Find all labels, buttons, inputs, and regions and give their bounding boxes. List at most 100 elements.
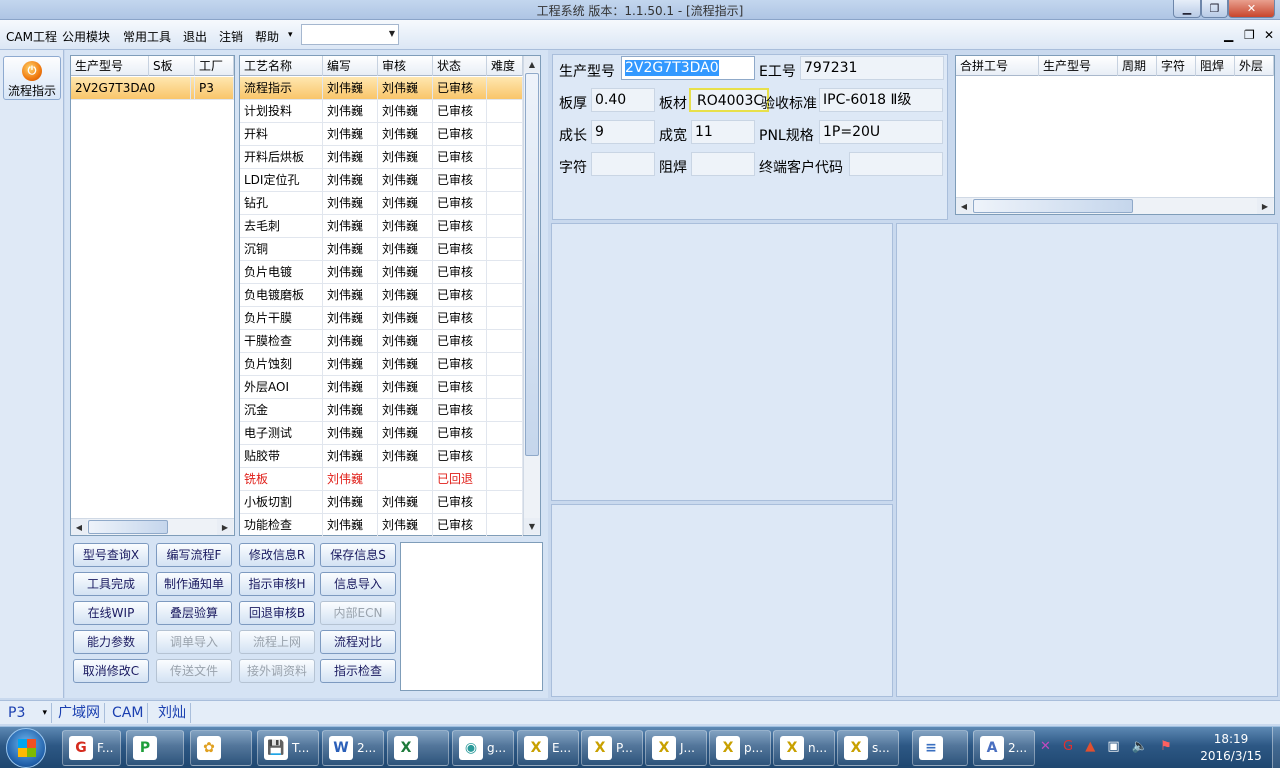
- volume-icon[interactable]: 🔈: [1132, 739, 1148, 754]
- scroll-left-icon[interactable]: ◀: [71, 519, 87, 535]
- table-row[interactable]: 钻孔 刘伟巍 刘伟巍 已审核: [240, 192, 523, 215]
- scroll-thumb[interactable]: [525, 73, 539, 456]
- col-writer[interactable]: 编写: [323, 56, 378, 76]
- scroll-thumb[interactable]: [973, 199, 1133, 213]
- accept-field[interactable]: IPC-6018 Ⅱ级: [819, 88, 943, 112]
- process-table-vscroll[interactable]: ▲ ▼: [523, 56, 540, 535]
- taskbar-app-4[interactable]: W 2...: [322, 730, 384, 766]
- scroll-up-icon[interactable]: ▲: [524, 56, 540, 72]
- width-field[interactable]: 11: [691, 120, 755, 144]
- col-reviewer[interactable]: 审核: [378, 56, 433, 76]
- action-button-3-3[interactable]: 流程对比: [320, 630, 396, 654]
- client-field[interactable]: [849, 152, 943, 176]
- pnl-field[interactable]: 1P=20U: [819, 120, 943, 144]
- material-field[interactable]: RO4003C: [689, 88, 769, 112]
- table-row[interactable]: LDI定位孔 刘伟巍 刘伟巍 已审核: [240, 169, 523, 192]
- taskbar-app-10[interactable]: Xp...: [709, 730, 771, 766]
- taskbar-app-7[interactable]: X E...: [517, 730, 579, 766]
- col-process-name[interactable]: 工艺名称: [240, 56, 323, 76]
- table-row[interactable]: 去毛刺 刘伟巍 刘伟巍 已审核: [240, 215, 523, 238]
- mdi-minimize-icon[interactable]: ▁: [1224, 28, 1233, 42]
- action-button-1-1[interactable]: 制作通知单: [156, 572, 232, 596]
- action-button-1-0[interactable]: 工具完成: [73, 572, 149, 596]
- taskbar-app-6[interactable]: ◉ g...: [452, 730, 514, 766]
- mdi-close-icon[interactable]: ✕: [1264, 28, 1274, 42]
- col-model[interactable]: 生产型号: [71, 56, 149, 76]
- mask-field[interactable]: [691, 152, 755, 176]
- table-row[interactable]: 铣板 刘伟巍 已回退: [240, 468, 523, 491]
- col-merge-ework[interactable]: 合拼工号: [956, 56, 1039, 76]
- clock[interactable]: 18:19 2016/3/15: [1192, 731, 1270, 765]
- table-row[interactable]: 2V2G7T3DA0 P3: [71, 77, 234, 100]
- memo-box[interactable]: [400, 542, 543, 691]
- taskbar-app-12[interactable]: Xs...: [837, 730, 899, 766]
- action-button-2-0[interactable]: 在线WIP: [73, 601, 149, 625]
- length-field[interactable]: 9: [591, 120, 655, 144]
- table-row[interactable]: 负电镀磨板 刘伟巍 刘伟巍 已审核: [240, 284, 523, 307]
- maximize-button[interactable]: ❐: [1201, 0, 1228, 18]
- table-row[interactable]: 功能检查 刘伟巍 刘伟巍 已审核: [240, 514, 523, 537]
- scroll-down-icon[interactable]: ▼: [524, 518, 540, 534]
- table-row[interactable]: 流程指示 刘伟巍 刘伟巍 已审核: [240, 77, 523, 100]
- menu-combo[interactable]: ▼: [301, 24, 399, 45]
- show-desktop-button[interactable]: [1272, 727, 1280, 768]
- minimize-button[interactable]: ▁: [1173, 0, 1201, 18]
- taskbar-app-13[interactable]: ≡: [912, 730, 968, 766]
- tray-g-icon[interactable]: G: [1063, 739, 1073, 754]
- taskbar-app-5[interactable]: X: [387, 730, 449, 766]
- flag-icon[interactable]: ⚑: [1160, 739, 1172, 754]
- taskbar-app-11[interactable]: Xn...: [773, 730, 835, 766]
- table-row[interactable]: 外层AOI 刘伟巍 刘伟巍 已审核: [240, 376, 523, 399]
- table-row[interactable]: 负片电镀 刘伟巍 刘伟巍 已审核: [240, 261, 523, 284]
- taskbar-app-8[interactable]: X P...: [581, 730, 643, 766]
- table-row[interactable]: 小板切割 刘伟巍 刘伟巍 已审核: [240, 491, 523, 514]
- table-row[interactable]: 贴胶带 刘伟巍 刘伟巍 已审核: [240, 445, 523, 468]
- start-button[interactable]: [6, 728, 46, 768]
- table-row[interactable]: 开料后烘板 刘伟巍 刘伟巍 已审核: [240, 146, 523, 169]
- col-merge-mask[interactable]: 阻焊: [1196, 56, 1235, 76]
- action-button-1-2[interactable]: 指示审核H: [239, 572, 315, 596]
- mdi-restore-icon[interactable]: ❐: [1244, 28, 1255, 42]
- model-field[interactable]: 2V2G7T3DA0: [621, 56, 755, 80]
- col-merge-model[interactable]: 生产型号: [1039, 56, 1118, 76]
- action-button-0-1[interactable]: 编写流程F: [156, 543, 232, 567]
- menu-logout[interactable]: 注销: [219, 28, 243, 45]
- taskbar-app-1[interactable]: P: [126, 730, 184, 766]
- action-button-4-0[interactable]: 取消修改C: [73, 659, 149, 683]
- action-button-0-3[interactable]: 保存信息S: [320, 543, 396, 567]
- close-button[interactable]: ✕: [1228, 0, 1275, 18]
- col-factory[interactable]: 工厂: [195, 56, 234, 76]
- ework-field[interactable]: 797231: [800, 56, 944, 80]
- action-button-1-3[interactable]: 信息导入: [320, 572, 396, 596]
- menu-help[interactable]: 帮助: [255, 28, 279, 45]
- col-merge-period[interactable]: 周期: [1118, 56, 1157, 76]
- model-list-hscroll[interactable]: ◀ ▶: [71, 518, 234, 535]
- network-icon[interactable]: ▣: [1107, 739, 1119, 754]
- col-merge-char[interactable]: 字符: [1157, 56, 1196, 76]
- scroll-left-icon[interactable]: ◀: [956, 198, 972, 214]
- taskbar-app-9[interactable]: X J...: [645, 730, 707, 766]
- col-s-board[interactable]: S板: [149, 56, 195, 76]
- table-row[interactable]: 负片干膜 刘伟巍 刘伟巍 已审核: [240, 307, 523, 330]
- tray-app-icon[interactable]: ✕: [1040, 739, 1051, 754]
- action-button-4-3[interactable]: 指示检查: [320, 659, 396, 683]
- col-merge-outer[interactable]: 外层: [1235, 56, 1274, 76]
- taskbar-app-14[interactable]: A 2...: [973, 730, 1035, 766]
- taskbar-app-2[interactable]: ✿: [190, 730, 252, 766]
- scroll-right-icon[interactable]: ▶: [1257, 198, 1273, 214]
- table-row[interactable]: 负片蚀刻 刘伟巍 刘伟巍 已审核: [240, 353, 523, 376]
- menu-common-module[interactable]: 公用模块: [62, 28, 110, 45]
- table-row[interactable]: 干膜检查 刘伟巍 刘伟巍 已审核: [240, 330, 523, 353]
- col-status[interactable]: 状态: [433, 56, 487, 76]
- action-button-2-2[interactable]: 回退审核B: [239, 601, 315, 625]
- help-dropdown-icon[interactable]: ▾: [288, 30, 293, 40]
- table-row[interactable]: 开料 刘伟巍 刘伟巍 已审核: [240, 123, 523, 146]
- tray-arrow-icon[interactable]: ▲: [1085, 739, 1095, 754]
- table-row[interactable]: 沉铜 刘伟巍 刘伟巍 已审核: [240, 238, 523, 261]
- menu-cam[interactable]: CAM工程: [6, 28, 57, 45]
- scroll-thumb[interactable]: [88, 520, 168, 534]
- char-field[interactable]: [591, 152, 655, 176]
- col-difficulty[interactable]: 难度: [487, 56, 523, 76]
- factory-status[interactable]: P3 ▾: [4, 703, 52, 723]
- table-row[interactable]: 计划投料 刘伟巍 刘伟巍 已审核: [240, 100, 523, 123]
